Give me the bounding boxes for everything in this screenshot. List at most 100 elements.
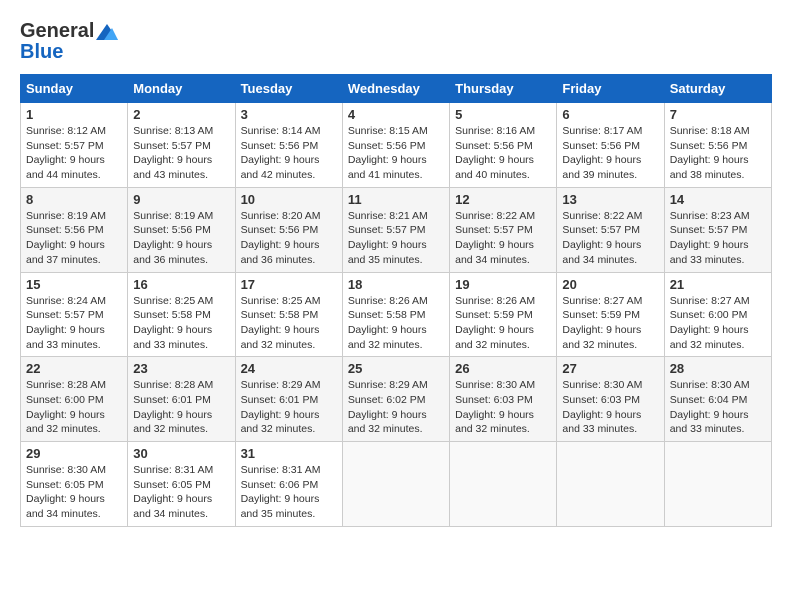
- day-number: 2: [133, 107, 229, 122]
- calendar-day-cell: 24Sunrise: 8:29 AMSunset: 6:01 PMDayligh…: [235, 357, 342, 442]
- calendar-week-row: 1Sunrise: 8:12 AMSunset: 5:57 PMDaylight…: [21, 103, 772, 188]
- day-number: 28: [670, 361, 766, 376]
- day-info: Sunrise: 8:26 AMSunset: 5:59 PMDaylight:…: [455, 294, 551, 353]
- day-header-tuesday: Tuesday: [235, 75, 342, 103]
- calendar-day-cell: 21 Sunrise: 8:27 AMSunset: 6:00 PMDayligh…: [664, 272, 771, 357]
- calendar-day-cell: 31 Sunrise: 8:31 AMSunset: 6:06 PMDayligh…: [235, 442, 342, 527]
- calendar-week-row: 8Sunrise: 8:19 AMSunset: 5:56 PMDaylight…: [21, 187, 772, 272]
- day-info: Sunrise: 8:24 AMSunset: 5:57 PMDaylight:…: [26, 294, 122, 353]
- calendar-week-row: 29 Sunrise: 8:30 AMSunset: 6:05 PMDayligh…: [21, 442, 772, 527]
- day-info: Sunrise: 8:13 AMSunset: 5:57 PMDaylight:…: [133, 124, 229, 183]
- day-info: Sunrise: 8:30 AMSunset: 6:03 PMDaylight:…: [455, 378, 551, 437]
- day-number: 4: [348, 107, 444, 122]
- page-header: General Blue: [20, 20, 772, 64]
- day-info: Sunrise: 8:22 AMSunset: 5:57 PMDaylight:…: [455, 209, 551, 268]
- day-number: 14: [670, 192, 766, 207]
- empty-cell: [664, 442, 771, 527]
- calendar-day-cell: 29 Sunrise: 8:30 AMSunset: 6:05 PMDayligh…: [21, 442, 128, 527]
- calendar-day-cell: 15 Sunrise: 8:24 AMSunset: 5:57 PMDayligh…: [21, 272, 128, 357]
- calendar-day-cell: 14 Sunrise: 8:23 AMSunset: 5:57 PMDayligh…: [664, 187, 771, 272]
- day-number: 26: [455, 361, 551, 376]
- day-number: 24: [241, 361, 337, 376]
- day-number: 16: [133, 277, 229, 292]
- calendar-day-cell: 7 Sunrise: 8:18 AMSunset: 5:56 PMDaylight…: [664, 103, 771, 188]
- calendar-day-cell: 2 Sunrise: 8:13 AMSunset: 5:57 PMDaylight…: [128, 103, 235, 188]
- day-number: 9: [133, 192, 229, 207]
- day-info: Sunrise: 8:23 AMSunset: 5:57 PMDaylight:…: [670, 209, 766, 268]
- day-info: Sunrise: 8:31 AMSunset: 6:06 PMDaylight:…: [241, 463, 337, 522]
- day-number: 8: [26, 192, 122, 207]
- day-info: Sunrise: 8:25 AMSunset: 5:58 PMDaylight:…: [241, 294, 337, 353]
- empty-cell: [342, 442, 449, 527]
- day-number: 19: [455, 277, 551, 292]
- calendar-day-cell: 18 Sunrise: 8:26 AMSunset: 5:58 PMDayligh…: [342, 272, 449, 357]
- day-header-wednesday: Wednesday: [342, 75, 449, 103]
- calendar-day-cell: 28 Sunrise: 8:30 AMSunset: 6:04 PMDayligh…: [664, 357, 771, 442]
- calendar-day-cell: 1Sunrise: 8:12 AMSunset: 5:57 PMDaylight…: [21, 103, 128, 188]
- day-info: Sunrise: 8:31 AMSunset: 6:05 PMDaylight:…: [133, 463, 229, 522]
- day-number: 7: [670, 107, 766, 122]
- day-header-friday: Friday: [557, 75, 664, 103]
- day-header-saturday: Saturday: [664, 75, 771, 103]
- calendar-day-cell: 27Sunrise: 8:30 AMSunset: 6:03 PMDayligh…: [557, 357, 664, 442]
- day-info: Sunrise: 8:20 AMSunset: 5:56 PMDaylight:…: [241, 209, 337, 268]
- day-number: 31: [241, 446, 337, 461]
- logo-general-text: General: [20, 20, 94, 43]
- day-info: Sunrise: 8:17 AMSunset: 5:56 PMDaylight:…: [562, 124, 658, 183]
- day-number: 6: [562, 107, 658, 122]
- day-info: Sunrise: 8:28 AMSunset: 6:01 PMDaylight:…: [133, 378, 229, 437]
- day-number: 11: [348, 192, 444, 207]
- day-info: Sunrise: 8:30 AMSunset: 6:05 PMDaylight:…: [26, 463, 122, 522]
- day-header-monday: Monday: [128, 75, 235, 103]
- day-number: 23: [133, 361, 229, 376]
- calendar-day-cell: 4 Sunrise: 8:15 AMSunset: 5:56 PMDaylight…: [342, 103, 449, 188]
- day-number: 29: [26, 446, 122, 461]
- day-info: Sunrise: 8:30 AMSunset: 6:03 PMDaylight:…: [562, 378, 658, 437]
- day-number: 15: [26, 277, 122, 292]
- day-info: Sunrise: 8:25 AMSunset: 5:58 PMDaylight:…: [133, 294, 229, 353]
- empty-cell: [450, 442, 557, 527]
- calendar-header-row: SundayMondayTuesdayWednesdayThursdayFrid…: [21, 75, 772, 103]
- day-info: Sunrise: 8:30 AMSunset: 6:04 PMDaylight:…: [670, 378, 766, 437]
- day-info: Sunrise: 8:18 AMSunset: 5:56 PMDaylight:…: [670, 124, 766, 183]
- calendar-table: SundayMondayTuesdayWednesdayThursdayFrid…: [20, 74, 772, 527]
- calendar-day-cell: 20Sunrise: 8:27 AMSunset: 5:59 PMDayligh…: [557, 272, 664, 357]
- logo-icon: [96, 24, 118, 40]
- day-number: 10: [241, 192, 337, 207]
- calendar-day-cell: 11 Sunrise: 8:21 AMSunset: 5:57 PMDayligh…: [342, 187, 449, 272]
- day-number: 30: [133, 446, 229, 461]
- day-number: 21: [670, 277, 766, 292]
- calendar-day-cell: 3Sunrise: 8:14 AMSunset: 5:56 PMDaylight…: [235, 103, 342, 188]
- day-number: 18: [348, 277, 444, 292]
- calendar-day-cell: 13 Sunrise: 8:22 AMSunset: 5:57 PMDayligh…: [557, 187, 664, 272]
- day-info: Sunrise: 8:22 AMSunset: 5:57 PMDaylight:…: [562, 209, 658, 268]
- day-number: 17: [241, 277, 337, 292]
- day-info: Sunrise: 8:14 AMSunset: 5:56 PMDaylight:…: [241, 124, 337, 183]
- day-info: Sunrise: 8:27 AMSunset: 5:59 PMDaylight:…: [562, 294, 658, 353]
- calendar-day-cell: 5Sunrise: 8:16 AMSunset: 5:56 PMDaylight…: [450, 103, 557, 188]
- calendar-day-cell: 10 Sunrise: 8:20 AMSunset: 5:56 PMDayligh…: [235, 187, 342, 272]
- calendar-day-cell: 17 Sunrise: 8:25 AMSunset: 5:58 PMDayligh…: [235, 272, 342, 357]
- day-header-thursday: Thursday: [450, 75, 557, 103]
- empty-cell: [557, 442, 664, 527]
- calendar-day-cell: 25Sunrise: 8:29 AMSunset: 6:02 PMDayligh…: [342, 357, 449, 442]
- calendar-day-cell: 22 Sunrise: 8:28 AMSunset: 6:00 PMDayligh…: [21, 357, 128, 442]
- day-info: Sunrise: 8:21 AMSunset: 5:57 PMDaylight:…: [348, 209, 444, 268]
- day-info: Sunrise: 8:29 AMSunset: 6:02 PMDaylight:…: [348, 378, 444, 437]
- calendar-day-cell: 26 Sunrise: 8:30 AMSunset: 6:03 PMDayligh…: [450, 357, 557, 442]
- day-number: 22: [26, 361, 122, 376]
- calendar-day-cell: 9Sunrise: 8:19 AMSunset: 5:56 PMDaylight…: [128, 187, 235, 272]
- calendar-day-cell: 19 Sunrise: 8:26 AMSunset: 5:59 PMDayligh…: [450, 272, 557, 357]
- day-info: Sunrise: 8:27 AMSunset: 6:00 PMDaylight:…: [670, 294, 766, 353]
- day-info: Sunrise: 8:16 AMSunset: 5:56 PMDaylight:…: [455, 124, 551, 183]
- calendar-day-cell: 12 Sunrise: 8:22 AMSunset: 5:57 PMDayligh…: [450, 187, 557, 272]
- day-number: 12: [455, 192, 551, 207]
- day-number: 13: [562, 192, 658, 207]
- calendar-day-cell: 30 Sunrise: 8:31 AMSunset: 6:05 PMDayligh…: [128, 442, 235, 527]
- day-info: Sunrise: 8:15 AMSunset: 5:56 PMDaylight:…: [348, 124, 444, 183]
- day-number: 1: [26, 107, 122, 122]
- day-info: Sunrise: 8:28 AMSunset: 6:00 PMDaylight:…: [26, 378, 122, 437]
- calendar-day-cell: 6 Sunrise: 8:17 AMSunset: 5:56 PMDaylight…: [557, 103, 664, 188]
- logo-blue-text: Blue: [20, 41, 63, 64]
- day-info: Sunrise: 8:26 AMSunset: 5:58 PMDaylight:…: [348, 294, 444, 353]
